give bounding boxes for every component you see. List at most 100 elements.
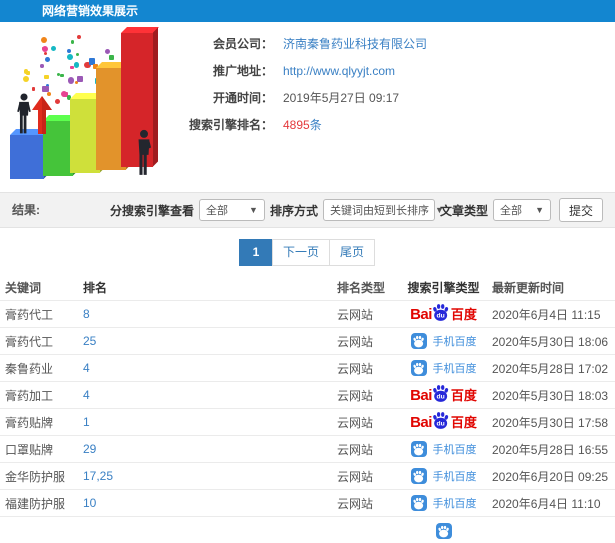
member-company-row: 会员公司： 济南秦鲁药业科技有限公司 — [185, 34, 427, 53]
update-time-cell: 2020年5月28日 16:55 — [492, 442, 609, 457]
update-time-cell: 2020年5月28日 17:02 — [492, 361, 609, 376]
member-company-label: 会员公司： — [212, 37, 273, 51]
engine-type-cell — [395, 521, 492, 539]
keyword-cell: 膏药代工 — [5, 307, 54, 322]
baidu-mobile-logo: 手机百度 — [410, 441, 477, 457]
filter-controls: 分搜索引擎查看 全部 ▼ 排序方式 关键词由短到长排序 ▼ 文章类型 全部 ▼ … — [105, 193, 603, 227]
baidu-mobile-app-icon — [410, 360, 427, 376]
member-company-link[interactable]: 济南秦鲁药业科技有限公司 — [283, 35, 427, 52]
baidu-logo: Bai du 百度 — [410, 384, 477, 407]
pagination: 1 下一页 尾页 — [0, 239, 615, 266]
open-time-row: 开通时间： 2019年5月27日 09:17 — [185, 88, 427, 107]
rank-link[interactable]: 29 — [83, 442, 337, 456]
engine-rank-row: 搜索引擎排名： 4895 条 — [185, 115, 427, 134]
open-time-label: 开通时间： — [212, 91, 273, 105]
svg-text:du: du — [436, 393, 444, 400]
page-button[interactable]: 尾页 — [329, 239, 376, 266]
keyword-cell: 口罩贴牌 — [5, 442, 54, 457]
column-header-engine-type: 搜索引擎类型 — [407, 280, 480, 295]
chart-bar — [10, 129, 50, 179]
table-row: 膏药代工 25 云网站 手机百度 2020年5月30日 18:06 — [0, 327, 615, 354]
baidu-mobile-logo: 手机百度 — [410, 333, 477, 349]
sort-mode-select[interactable]: 关键词由短到长排序 ▼ — [322, 199, 444, 221]
table-row: 膏药加工 4 云网站 Bai du 百度 2020年5月30日 18:03 — [0, 381, 615, 408]
page-button[interactable]: 下一页 — [271, 239, 330, 266]
engine-rank-count: 4895 — [283, 117, 310, 132]
baidu-logo: Bai du 百度 — [410, 411, 477, 434]
table-row: 金华防护服 17,25 云网站 手机百度 2020年6月20日 09:25 — [0, 462, 615, 489]
keyword-cell: 膏药代工 — [5, 334, 54, 349]
submit-button[interactable]: 提交 — [558, 198, 603, 222]
baidu-mobile-logo: 手机百度 — [410, 495, 477, 511]
result-label: 结果: — [12, 203, 40, 217]
keyword-cell: 膏药贴牌 — [5, 415, 54, 430]
promotion-url-link[interactable]: http://www.qlyyjt.com — [283, 64, 395, 78]
engine-type-cell: Bai du 百度 — [395, 384, 492, 407]
rank-type-cell: 云网站 — [337, 361, 374, 376]
baidu-mobile-app-icon — [410, 333, 427, 349]
baidu-mobile-label: 手机百度 — [432, 363, 477, 375]
engine-view-selected-value: 全部 — [205, 205, 228, 217]
rank-type-cell: 云网站 — [337, 334, 374, 349]
rank-link[interactable]: 17,25 — [83, 469, 337, 483]
promotion-url-label: 推广地址： — [212, 64, 273, 78]
rank-link[interactable]: 8 — [83, 307, 337, 321]
baidu-mobile-app-icon — [410, 468, 427, 484]
engine-type-cell: 手机百度 — [395, 360, 492, 376]
app-header: 网络营销效果展示 — [0, 0, 615, 22]
engine-rank-label: 搜索引擎排名： — [188, 118, 273, 132]
table-header-row: 关键词 排名 排名类型 搜索引擎类型 最新更新时间 — [0, 274, 615, 300]
baidu-mobile-logo: 手机百度 — [410, 468, 477, 484]
rank-link[interactable]: 1 — [83, 415, 337, 429]
baidu-paw-icon: du — [433, 303, 449, 321]
keyword-cell: 膏药加工 — [5, 388, 54, 403]
baidu-logo: Bai du 百度 — [410, 303, 477, 326]
table-row: 福建防护服 10 云网站 手机百度 2020年6月4日 11:10 — [0, 489, 615, 516]
sort-mode-label: 排序方式 — [269, 203, 318, 218]
svg-text:du: du — [436, 420, 444, 427]
article-type-select[interactable]: 全部 ▼ — [492, 199, 551, 221]
baidu-paw-icon: du — [433, 411, 449, 429]
update-time-cell: 2020年6月4日 11:10 — [492, 496, 601, 511]
table-row: 口罩贴牌 29 云网站 手机百度 2020年5月28日 16:55 — [0, 435, 615, 462]
rank-type-cell: 云网站 — [337, 307, 374, 322]
engine-type-cell: 手机百度 — [395, 441, 492, 457]
article-type-selected-value: 全部 — [499, 205, 522, 217]
rank-link[interactable]: 25 — [83, 334, 337, 348]
chevron-down-icon: ▼ — [535, 205, 544, 215]
table-row: 膏药贴牌 1 云网站 Bai du 百度 2020年5月30日 17:58 — [0, 408, 615, 435]
engine-type-cell: Bai du 百度 — [395, 303, 492, 326]
keyword-cell: 金华防护服 — [5, 469, 66, 484]
rank-link[interactable]: 4 — [83, 361, 337, 375]
baidu-mobile-label: 手机百度 — [432, 336, 477, 348]
svg-text:du: du — [436, 312, 444, 319]
table-row: 膏药代工 8 云网站 Bai du 百度 2020年6月4日 11:15 — [0, 300, 615, 327]
baidu-paw-icon: du — [433, 384, 449, 402]
results-table-body: 膏药代工 8 云网站 Bai du 百度 2020年6月4日 11:15 膏药代工 25 云网站手… — [0, 300, 615, 543]
table-row — [0, 516, 615, 543]
update-time-cell: 2020年6月20日 09:25 — [492, 469, 609, 484]
page-button-current[interactable]: 1 — [238, 239, 273, 266]
baidu-mobile-app-icon — [410, 441, 427, 457]
observer-figure — [138, 129, 152, 175]
engine-type-cell: 手机百度 — [395, 333, 492, 349]
engine-type-cell: 手机百度 — [395, 495, 492, 511]
baidu-mobile-label: 手机百度 — [432, 444, 477, 456]
table-row: 秦鲁药业 4 云网站 手机百度 2020年5月28日 17:02 — [0, 354, 615, 381]
promotion-url-row: 推广地址： http://www.qlyyjt.com — [185, 61, 427, 80]
up-arrow-icon — [32, 96, 52, 134]
rank-type-cell: 云网站 — [337, 388, 374, 403]
update-time-cell: 2020年5月30日 18:03 — [492, 388, 609, 403]
rank-link[interactable]: 10 — [83, 496, 337, 510]
engine-view-select[interactable]: 全部 ▼ — [198, 199, 265, 221]
chevron-down-icon: ▼ — [249, 205, 258, 215]
baidu-mobile-label: 手机百度 — [432, 471, 477, 483]
rank-link[interactable]: 4 — [83, 388, 337, 402]
growth-bar-chart-clipart — [2, 27, 170, 182]
rank-type-cell: 云网站 — [337, 442, 374, 457]
results-table: 关键词 排名 排名类型 搜索引擎类型 最新更新时间 膏药代工 8 云网站 Bai du 百… — [0, 274, 615, 543]
baidu-mobile-logo: 手机百度 — [410, 360, 477, 376]
keyword-cell: 秦鲁药业 — [5, 361, 54, 376]
baidu-mobile-app-icon — [410, 495, 427, 511]
rank-type-cell: 云网站 — [337, 469, 374, 484]
